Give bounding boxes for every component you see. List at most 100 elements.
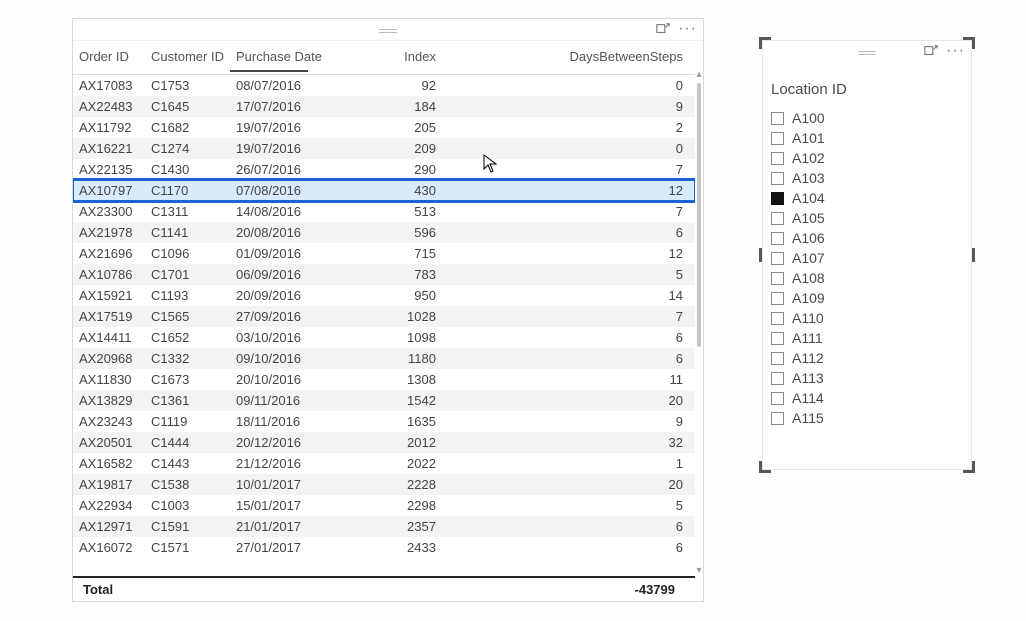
table-row[interactable]: AX13829C136109/11/2016154220 [73,390,695,411]
cell-customer-id: C1753 [145,75,230,97]
cell-customer-id: C1361 [145,390,230,411]
cell-order-id: AX16221 [73,138,145,159]
cell-days: 5 [448,264,695,285]
cell-customer-id: C1571 [145,537,230,558]
drag-handle-icon[interactable] [858,51,876,54]
checkbox-icon[interactable] [771,172,784,185]
checkbox-icon[interactable] [771,252,784,265]
slicer-item[interactable]: A112 [769,348,965,368]
resize-handle-icon[interactable] [759,248,762,262]
table-row[interactable]: AX14411C165203/10/201610986 [73,327,695,348]
total-value: -43799 [635,582,695,597]
checkbox-icon[interactable] [771,372,784,385]
checkbox-icon[interactable] [771,192,784,205]
table-row[interactable]: AX17083C175308/07/2016920 [73,75,695,97]
scroll-down-icon[interactable]: ▾ [695,565,703,577]
cell-purchase-date: 09/10/2016 [230,348,348,369]
cell-index: 1098 [348,327,448,348]
checkbox-icon[interactable] [771,272,784,285]
scroll-thumb[interactable] [697,83,701,347]
resize-handle-icon[interactable] [759,461,771,473]
table-row[interactable]: AX11830C167320/10/2016130811 [73,369,695,390]
table-row[interactable]: AX16221C127419/07/20162090 [73,138,695,159]
more-options-icon[interactable]: ··· [678,22,697,36]
cell-order-id: AX21978 [73,222,145,243]
checkbox-icon[interactable] [771,212,784,225]
slicer-item[interactable]: A104 [769,188,965,208]
checkbox-icon[interactable] [771,152,784,165]
checkbox-icon[interactable] [771,332,784,345]
slicer-visual[interactable]: ··· Location ID A100A101A102A103A104A105… [762,40,972,470]
total-label: Total [73,582,133,597]
col-days[interactable]: DaysBetweenSteps [448,41,695,75]
table-row[interactable]: AX22483C164517/07/20161849 [73,96,695,117]
slicer-item[interactable]: A105 [769,208,965,228]
checkbox-icon[interactable] [771,132,784,145]
more-options-icon[interactable]: ··· [946,44,965,58]
checkbox-icon[interactable] [771,232,784,245]
scroll-up-icon[interactable]: ▴ [695,69,703,81]
table-row[interactable]: AX20501C144420/12/2016201232 [73,432,695,453]
table-row[interactable]: AX16582C144321/12/201620221 [73,453,695,474]
table-row[interactable]: AX23300C131114/08/20165137 [73,201,695,222]
table-row[interactable]: AX21978C114120/08/20165966 [73,222,695,243]
table-row[interactable]: AX12971C159121/01/201723576 [73,516,695,537]
cell-index: 715 [348,243,448,264]
resize-handle-icon[interactable] [972,248,975,262]
col-order-id[interactable]: Order ID [73,41,145,75]
slicer-item[interactable]: A101 [769,128,965,148]
cell-index: 2228 [348,474,448,495]
slicer-item[interactable]: A114 [769,388,965,408]
slicer-item[interactable]: A100 [769,108,965,128]
slicer-item[interactable]: A111 [769,328,965,348]
table-header: Order ID Customer ID Purchase Date Index… [73,41,695,75]
table-row[interactable]: AX21696C109601/09/201671512 [73,243,695,264]
checkbox-icon[interactable] [771,112,784,125]
table-row[interactable]: AX15921C119320/09/201695014 [73,285,695,306]
table-row[interactable]: AX17519C156527/09/201610287 [73,306,695,327]
table-visual[interactable]: ··· Order ID Customer ID Purchase Date I… [72,18,704,602]
col-index[interactable]: Index [348,41,448,75]
slicer-item[interactable]: A102 [769,148,965,168]
slicer-item[interactable]: A115 [769,408,965,428]
checkbox-icon[interactable] [771,312,784,325]
visual-header[interactable]: ··· [763,41,971,63]
focus-mode-icon[interactable] [656,22,670,36]
table-row[interactable]: AX16072C157127/01/201724336 [73,537,695,558]
table-row[interactable]: AX10797C117007/08/201643012 [73,180,695,201]
drag-handle-icon[interactable] [379,29,397,32]
checkbox-icon[interactable] [771,292,784,305]
checkbox-icon[interactable] [771,412,784,425]
col-purchase-date[interactable]: Purchase Date [230,41,348,75]
col-customer-id[interactable]: Customer ID [145,41,230,75]
slicer-item[interactable]: A103 [769,168,965,188]
table-row[interactable]: AX22934C100315/01/201722985 [73,495,695,516]
cell-purchase-date: 27/09/2016 [230,306,348,327]
data-table: Order ID Customer ID Purchase Date Index… [73,41,695,558]
slicer-item-label: A109 [792,290,825,306]
focus-mode-icon[interactable] [924,44,938,58]
table-row[interactable]: AX19817C153810/01/2017222820 [73,474,695,495]
slicer-item[interactable]: A107 [769,248,965,268]
vertical-scrollbar[interactable]: ▴ ▾ [695,69,703,577]
slicer-item[interactable]: A106 [769,228,965,248]
table-row[interactable]: AX22135C143026/07/20162907 [73,159,695,180]
table-row[interactable]: AX23243C111918/11/201616359 [73,411,695,432]
slicer-item[interactable]: A109 [769,288,965,308]
visual-header[interactable]: ··· [73,19,703,41]
checkbox-icon[interactable] [771,392,784,405]
slicer-item[interactable]: A110 [769,308,965,328]
table-row[interactable]: AX11792C168219/07/20162052 [73,117,695,138]
slicer-item[interactable]: A108 [769,268,965,288]
slicer-item-label: A108 [792,270,825,286]
cell-days: 6 [448,516,695,537]
cell-index: 2298 [348,495,448,516]
checkbox-icon[interactable] [771,352,784,365]
cell-order-id: AX10797 [73,180,145,201]
slicer-item[interactable]: A113 [769,368,965,388]
resize-handle-icon[interactable] [963,461,975,473]
table-row[interactable]: AX20968C133209/10/201611806 [73,348,695,369]
table-row[interactable]: AX10786C170106/09/20167835 [73,264,695,285]
cell-index: 1635 [348,411,448,432]
cell-order-id: AX20968 [73,348,145,369]
